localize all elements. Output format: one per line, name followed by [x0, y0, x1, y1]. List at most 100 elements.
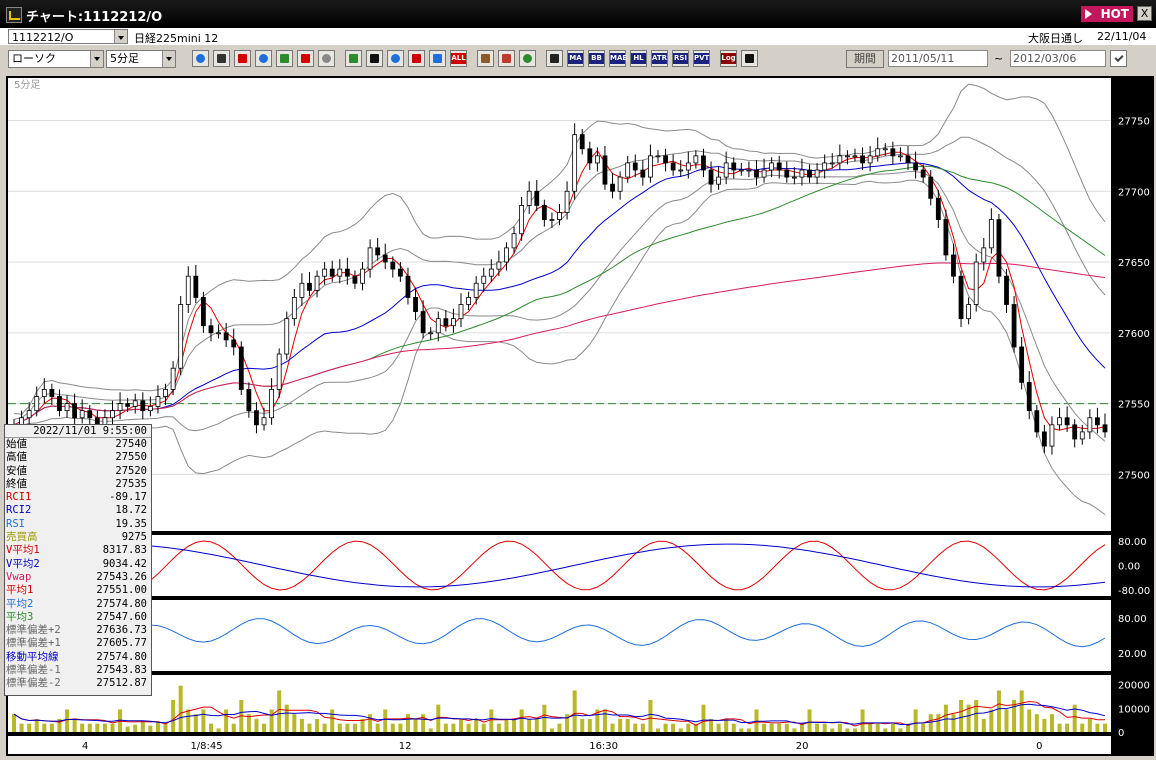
volume-bar [1019, 690, 1024, 732]
mae-button[interactable]: MAE [609, 50, 627, 67]
volume-bar [587, 718, 592, 732]
arrows-button[interactable] [297, 50, 314, 67]
volume-bar [34, 718, 39, 732]
candle-body [731, 162, 737, 171]
volume-bar [421, 714, 426, 732]
info-row: 終値 27535 [5, 478, 151, 491]
all-button[interactable]: ALL [450, 50, 467, 67]
volume-bar [875, 723, 880, 732]
volume-bar [868, 723, 873, 732]
candle-body [314, 275, 320, 291]
hl-icon: HL [631, 53, 646, 64]
gear-button[interactable] [477, 50, 494, 67]
candle-body [26, 410, 32, 419]
candle-button[interactable] [276, 50, 293, 67]
candle-body [648, 155, 653, 178]
volume-bar [981, 718, 986, 732]
palette-button[interactable] [519, 50, 536, 67]
volume-bar [451, 723, 456, 732]
candle-body [951, 254, 956, 277]
info-key: RCI1 [6, 491, 32, 504]
chart-area[interactable]: 5分足 27750 27700 27650 27600 27550 27500 80.00 0.… [6, 76, 1154, 756]
info-row: 平均3 27547.60 [5, 611, 151, 624]
volume-bar [746, 728, 751, 732]
ma-button[interactable]: MA [567, 50, 584, 67]
brush-button[interactable] [498, 50, 515, 67]
volume-bar [133, 724, 138, 732]
volume-bar [459, 718, 464, 732]
apply-checkbox[interactable] [1110, 50, 1127, 67]
candle-body [1102, 424, 1108, 433]
volume-bar [269, 709, 274, 732]
info-value: 27543.83 [96, 664, 147, 677]
volume-bar [178, 685, 183, 732]
candle-body [1011, 304, 1017, 348]
zoom-button[interactable] [192, 50, 209, 67]
volume-bar [102, 723, 107, 732]
hot-button[interactable]: HOT [1081, 6, 1133, 22]
info-value: 27636.73 [96, 624, 147, 637]
undo-button[interactable] [387, 50, 404, 67]
volume-bar [193, 714, 198, 732]
volume-bar [383, 709, 388, 732]
rsi-button[interactable]: RSI [672, 50, 689, 67]
crosshair-button[interactable] [213, 50, 230, 67]
bb-button[interactable]: BB [588, 50, 605, 67]
info-key: 始値 [6, 438, 27, 450]
ichimoku-icon [550, 54, 559, 63]
period-select[interactable]: 5分足 [106, 50, 176, 68]
candle-body [973, 261, 979, 305]
cursor-button[interactable] [234, 50, 251, 67]
candle-body [208, 325, 214, 334]
from-date-input[interactable]: 2011/05/11 [888, 50, 988, 67]
circle-q-button[interactable] [255, 50, 272, 67]
volume-bar [936, 714, 941, 732]
pencil-button[interactable] [345, 50, 362, 67]
volume-bar [1034, 714, 1039, 732]
exclaim-button[interactable] [318, 50, 335, 67]
volume-bar [951, 714, 956, 732]
volume-bar [822, 723, 827, 732]
volume-bar [148, 725, 153, 732]
info-row: 平均2 27574.80 [5, 598, 151, 611]
close-button[interactable]: X [1137, 6, 1152, 21]
log-icon: Log [721, 53, 736, 64]
bb-icon: BB [589, 53, 604, 64]
volume-bar [898, 728, 903, 732]
candle-body [829, 162, 835, 165]
info-key: 標準偏差+1 [6, 637, 61, 650]
title-bar: チャート:1112212/O HOT X [0, 0, 1156, 28]
to-date-input[interactable]: 2012/03/06 [1010, 50, 1106, 67]
pvt-button[interactable]: PVT [693, 50, 710, 67]
volume-bar [792, 728, 797, 732]
volume-bar [913, 709, 918, 732]
print-button[interactable] [741, 50, 758, 67]
period-button[interactable]: 期間 [846, 50, 884, 68]
plus-button[interactable] [408, 50, 425, 67]
rsi-panel [8, 600, 1111, 671]
volume-bar [80, 723, 85, 732]
pointer-button[interactable] [366, 50, 383, 67]
volume-bar [837, 723, 842, 732]
chevron-down-icon [162, 51, 175, 67]
chart-type-select[interactable]: ローソク [8, 50, 104, 68]
hl-button[interactable]: HL [630, 50, 647, 67]
candle-body [716, 176, 722, 185]
cross-button[interactable] [429, 50, 446, 67]
candle-body [799, 169, 805, 178]
symbol-select[interactable]: 1112212/O [8, 29, 128, 44]
candle-body [155, 396, 161, 407]
candle-body [845, 155, 850, 158]
candle-body [1064, 417, 1070, 426]
info-row: 高値 27550 [5, 451, 151, 464]
info-row: V平均1 8317.83 [5, 544, 151, 557]
candle-body [216, 332, 221, 335]
log-button[interactable]: Log [720, 50, 737, 67]
candle-body [178, 304, 184, 369]
chart-svg[interactable]: 5分足 27750 27700 27650 27600 27550 27500 80.00 0.… [6, 76, 1154, 756]
atr-button[interactable]: ATR [651, 50, 668, 67]
candle-body [852, 155, 858, 158]
ichimoku-button[interactable] [546, 50, 563, 67]
volume-bar [19, 723, 24, 732]
candle-body [246, 389, 252, 412]
